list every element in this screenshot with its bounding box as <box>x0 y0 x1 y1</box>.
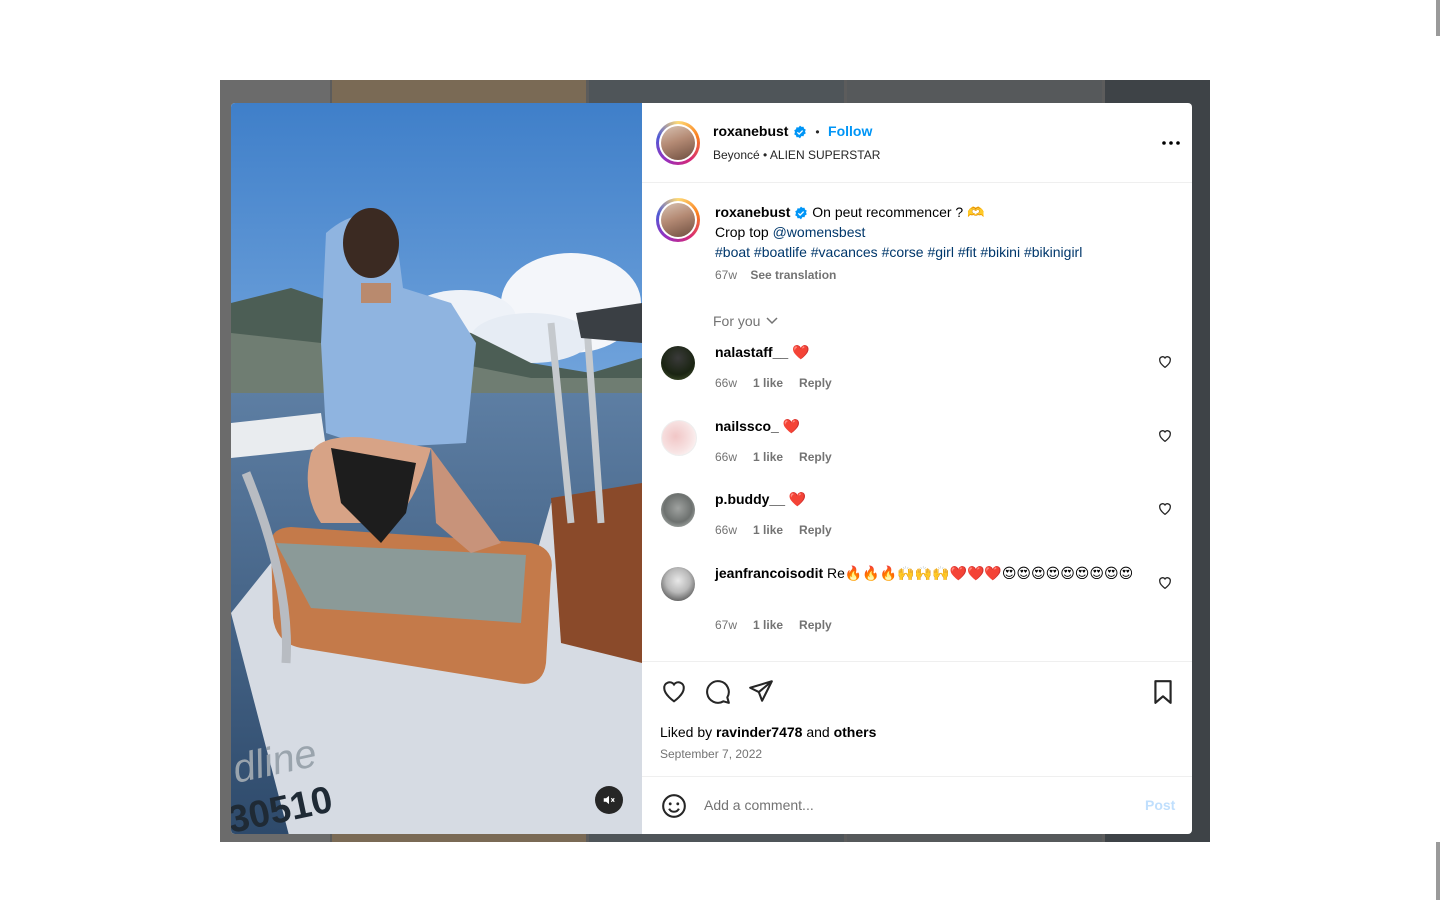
heart-icon[interactable] <box>1158 502 1172 515</box>
caption-line2: Crop top <box>715 224 773 240</box>
post-comment-button[interactable]: Post <box>1145 797 1175 813</box>
more-options-icon[interactable] <box>1162 141 1180 145</box>
post-modal: dline 30510 roxanebust • Follow Beyoncé … <box>231 103 1192 834</box>
bookmark-icon[interactable] <box>1151 679 1175 705</box>
add-comment-bar: Add a comment... Post <box>642 776 1192 834</box>
comment-text: ❤️ <box>792 344 810 360</box>
comment-likes[interactable]: 1 like <box>753 618 783 632</box>
scrollbar[interactable] <box>1436 0 1440 36</box>
comment-icon[interactable] <box>705 679 731 705</box>
caption-mention[interactable]: @womensbest <box>773 224 866 240</box>
caption-age[interactable]: 67w <box>715 268 737 282</box>
post-date[interactable]: September 7, 2022 <box>660 747 762 761</box>
video-frame: dline 30510 <box>231 103 642 834</box>
caption-username[interactable]: roxanebust <box>715 204 790 220</box>
comment-age[interactable]: 66w <box>715 376 737 390</box>
author-avatar[interactable] <box>656 121 700 165</box>
reply-button[interactable]: Reply <box>799 523 832 537</box>
heart-icon[interactable] <box>1158 355 1172 368</box>
commenter-username[interactable]: nalastaff__ <box>715 344 788 360</box>
commenter-avatar[interactable] <box>661 346 695 380</box>
author-username[interactable]: roxanebust <box>713 123 788 139</box>
reply-button[interactable]: Reply <box>799 376 832 390</box>
caption-hashtags[interactable]: #boat #boatlife #vacances #corse #girl #… <box>715 242 1175 262</box>
audio-track[interactable]: Beyoncé • ALIEN SUPERSTAR <box>713 148 880 162</box>
header-separator: • <box>815 125 820 139</box>
post-header: roxanebust • Follow Beyoncé • ALIEN SUPE… <box>642 103 1192 183</box>
smile-icon[interactable] <box>661 793 687 819</box>
liked-by-middle: and <box>802 724 834 740</box>
post-video[interactable]: dline 30510 <box>231 103 642 834</box>
comment-sort-label: For you <box>713 313 761 329</box>
comment-input[interactable]: Add a comment... <box>704 797 814 813</box>
follow-button[interactable]: Follow <box>828 123 872 139</box>
reply-button[interactable]: Reply <box>799 450 832 464</box>
mute-button[interactable] <box>595 786 623 814</box>
audio-title: ALIEN SUPERSTAR <box>769 148 881 162</box>
liked-by: Liked by ravinder7478 and others <box>660 724 876 740</box>
liked-by-others[interactable]: others <box>834 724 877 740</box>
comment-sort-dropdown[interactable]: For you <box>713 313 778 329</box>
commenter-username[interactable]: p.buddy__ <box>715 491 785 507</box>
comment-text: ❤️ <box>788 491 807 507</box>
heart-icon[interactable] <box>1158 576 1172 589</box>
heart-icon[interactable] <box>661 679 687 703</box>
comment-age[interactable]: 67w <box>715 618 737 632</box>
audio-artist: Beyoncé <box>713 148 760 162</box>
post-details-panel: roxanebust • Follow Beyoncé • ALIEN SUPE… <box>642 103 1192 834</box>
share-icon[interactable] <box>748 679 774 703</box>
commenter-username[interactable]: nailssco_ <box>715 418 779 434</box>
comment-likes[interactable]: 1 like <box>753 376 783 390</box>
post-actions: Liked by ravinder7478 and others Septemb… <box>642 661 1192 777</box>
liked-by-user[interactable]: ravinder7478 <box>716 724 802 740</box>
chevron-down-icon <box>766 317 778 325</box>
heart-icon[interactable] <box>1158 429 1172 442</box>
comment-text: Re🔥🔥🔥🙌🙌🙌❤️❤️❤️😍😍😍😍😍😍😍😍😍 <box>827 565 1134 581</box>
comment-likes[interactable]: 1 like <box>753 450 783 464</box>
audio-separator: • <box>763 148 768 162</box>
see-translation-button[interactable]: See translation <box>750 268 836 282</box>
verified-badge-icon <box>795 206 808 220</box>
comment-age[interactable]: 66w <box>715 450 737 464</box>
commenter-avatar[interactable] <box>661 493 695 527</box>
caption-avatar[interactable] <box>656 198 700 242</box>
comment-likes[interactable]: 1 like <box>753 523 783 537</box>
mute-icon <box>603 795 615 805</box>
comment-text: ❤️ <box>782 418 801 434</box>
commenter-username[interactable]: jeanfrancoisodit <box>715 565 823 581</box>
liked-by-prefix: Liked by <box>660 724 717 740</box>
caption-text: On peut recommencer ? 🫶 <box>812 204 985 220</box>
commenter-avatar[interactable] <box>661 567 695 601</box>
scrollbar[interactable] <box>1436 842 1440 900</box>
reply-button[interactable]: Reply <box>799 618 832 632</box>
verified-badge-icon <box>794 125 806 139</box>
commenter-avatar[interactable] <box>661 420 697 456</box>
comment-age[interactable]: 66w <box>715 523 737 537</box>
